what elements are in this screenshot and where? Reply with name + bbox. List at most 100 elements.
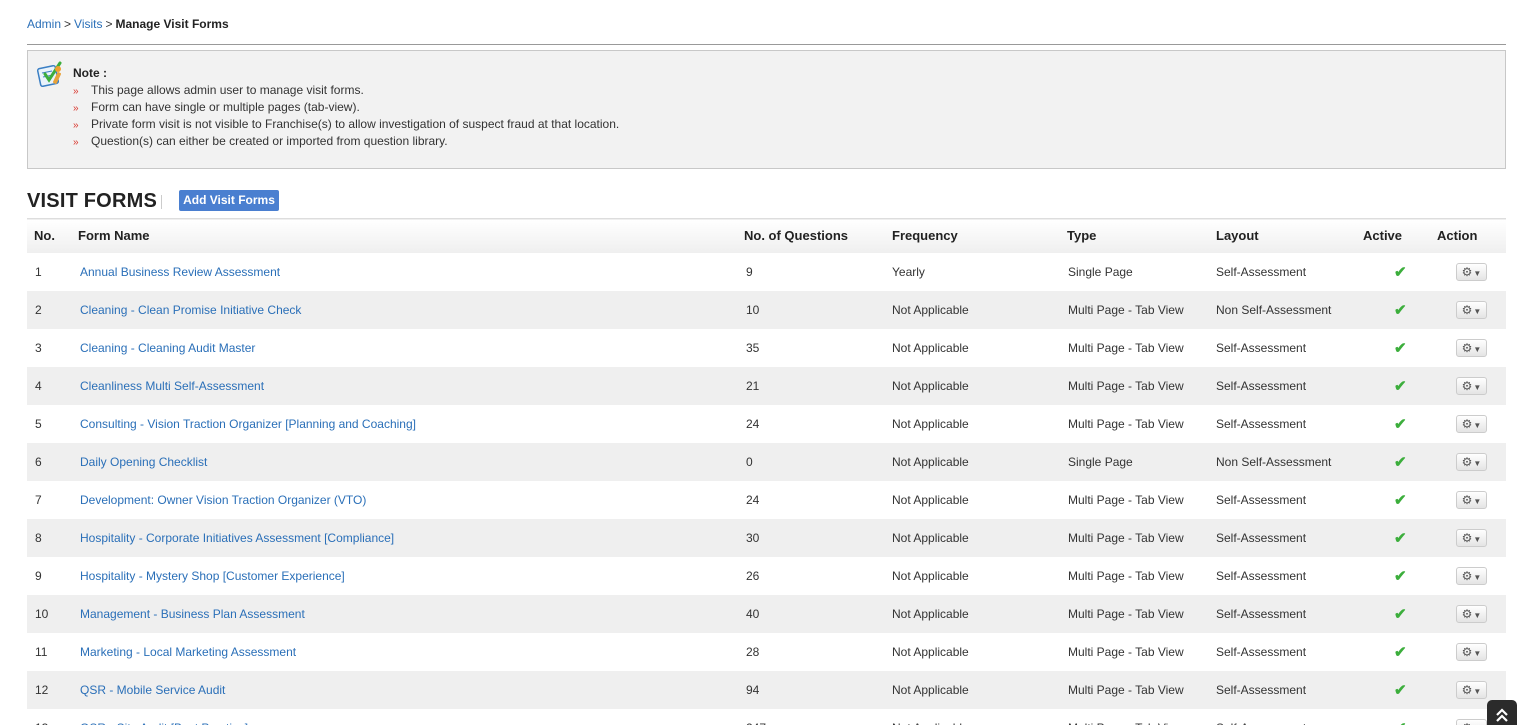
note-item: » This page allows admin user to manage v…	[73, 82, 619, 99]
question-count: 40	[746, 606, 760, 621]
form-name-link[interactable]: Development: Owner Vision Traction Organ…	[80, 493, 366, 507]
action-menu-button[interactable]: ⚙▼	[1456, 262, 1487, 281]
form-name-link[interactable]: Daily Opening Checklist	[80, 455, 207, 469]
form-name-link[interactable]: Marketing - Local Marketing Assessment	[80, 645, 296, 659]
form-name-link[interactable]: Cleaning - Cleaning Audit Master	[80, 341, 255, 355]
check-icon: ✔	[1394, 605, 1407, 623]
breadcrumb-separator: >	[105, 17, 113, 31]
row-number: 3	[35, 340, 42, 355]
bullet-icon: »	[73, 137, 79, 148]
active-cell: ✔	[1363, 329, 1437, 367]
action-menu-button[interactable]: ⚙▼	[1456, 414, 1487, 433]
header-no[interactable]: No.	[27, 219, 78, 253]
form-name-cell: Management - Business Plan Assessment	[78, 595, 742, 633]
row-number: 6	[35, 454, 42, 469]
form-name-cell: Cleaning - Clean Promise Initiative Chec…	[78, 291, 742, 329]
breadcrumb-visits-link[interactable]: Visits	[74, 17, 102, 31]
check-icon: ✔	[1394, 453, 1407, 471]
breadcrumb-admin-link[interactable]: Admin	[27, 17, 61, 31]
bullet-icon: »	[73, 103, 79, 114]
header-active[interactable]: Active	[1363, 219, 1437, 253]
form-name-cell: Cleaning - Cleaning Audit Master	[78, 329, 742, 367]
gear-icon: ⚙	[1461, 606, 1473, 621]
add-visit-forms-button[interactable]: Add Visit Forms	[179, 190, 279, 211]
caret-down-icon: ▼	[1473, 534, 1482, 544]
form-type: Single Page	[1068, 454, 1133, 469]
frequency: Not Applicable	[892, 568, 969, 583]
form-name-link[interactable]: Consulting - Vision Traction Organizer […	[80, 417, 416, 431]
action-menu-button[interactable]: ⚙▼	[1456, 604, 1487, 623]
frequency: Not Applicable	[892, 682, 969, 697]
header-frequency[interactable]: Frequency	[890, 219, 1067, 253]
form-name-link[interactable]: Management - Business Plan Assessment	[80, 607, 305, 621]
table-row: 4 Cleanliness Multi Self-Assessment 21 Not …	[27, 366, 1506, 405]
title-divider	[161, 195, 162, 209]
gear-icon: ⚙	[1461, 492, 1473, 507]
gear-icon: ⚙	[1461, 264, 1473, 279]
question-count: 21	[746, 378, 760, 393]
header-form-name[interactable]: Form Name	[78, 219, 742, 253]
active-cell: ✔	[1363, 633, 1437, 671]
caret-down-icon: ▼	[1473, 572, 1482, 582]
form-type: Multi Page - Tab View	[1068, 302, 1184, 317]
bullet-icon: »	[73, 86, 79, 97]
caret-down-icon: ▼	[1473, 496, 1482, 506]
header-layout[interactable]: Layout	[1215, 219, 1363, 253]
form-name-link[interactable]: Hospitality - Mystery Shop [Customer Exp…	[80, 569, 345, 583]
action-menu-button[interactable]: ⚙▼	[1456, 566, 1487, 585]
active-cell: ✔	[1363, 367, 1437, 405]
question-count: 30	[746, 530, 760, 545]
form-name-cell: QSR - Mobile Service Audit	[78, 671, 742, 709]
form-name-link[interactable]: Cleaning - Clean Promise Initiative Chec…	[80, 303, 301, 317]
form-type: Multi Page - Tab View	[1068, 530, 1184, 545]
check-icon: ✔	[1394, 567, 1407, 585]
form-type: Multi Page - Tab View	[1067, 709, 1215, 725]
form-type: Multi Page - Tab View	[1068, 568, 1184, 583]
header-questions[interactable]: No. of Questions	[742, 219, 890, 253]
table-row: 6 Daily Opening Checklist 0 Not Applicable S…	[27, 442, 1506, 481]
form-name-cell: QSR - Site Audit [Best Practice]	[78, 709, 742, 725]
action-cell: ⚙▼	[1437, 557, 1506, 595]
action-menu-button[interactable]: ⚙▼	[1456, 338, 1487, 357]
action-menu-button[interactable]: ⚙▼	[1456, 452, 1487, 471]
frequency: Not Applicable	[892, 378, 969, 393]
scroll-to-top-button[interactable]	[1487, 700, 1517, 725]
table-row: 8 Hospitality - Corporate Initiatives Ass…	[27, 518, 1506, 557]
frequency: Not Applicable	[892, 606, 969, 621]
frequency: Not Applicable	[892, 530, 969, 545]
breadcrumb-separator: >	[64, 17, 72, 31]
header-divider	[27, 44, 1506, 45]
question-count: 26	[746, 568, 760, 583]
form-layout: Self-Assessment	[1216, 644, 1307, 659]
action-cell: ⚙▼	[1437, 481, 1506, 519]
form-type: Multi Page - Tab View	[1068, 492, 1184, 507]
form-name-link[interactable]: Cleanliness Multi Self-Assessment	[80, 379, 264, 393]
table-row: 5 Consulting - Vision Traction Organizer …	[27, 405, 1506, 443]
caret-down-icon: ▼	[1473, 420, 1482, 430]
action-menu-button[interactable]: ⚙▼	[1456, 642, 1487, 661]
form-name-link[interactable]: Annual Business Review Assessment	[80, 265, 280, 279]
frequency: Not Applicable	[890, 709, 1067, 725]
action-cell: ⚙▼	[1437, 595, 1506, 633]
caret-down-icon: ▼	[1473, 686, 1482, 696]
action-cell: ⚙▼	[1437, 519, 1506, 557]
breadcrumb: Admin > Visits > Manage Visit Forms	[27, 17, 229, 31]
form-name-cell: Hospitality - Corporate Initiatives Asse…	[78, 519, 742, 557]
action-menu-button[interactable]: ⚙▼	[1456, 376, 1487, 395]
action-menu-button[interactable]: ⚙▼	[1456, 680, 1487, 699]
form-name-link[interactable]: Hospitality - Corporate Initiatives Asse…	[80, 531, 394, 545]
form-type: Multi Page - Tab View	[1068, 606, 1184, 621]
action-menu-button[interactable]: ⚙▼	[1456, 490, 1487, 509]
table-row: 1 Annual Business Review Assessment 9 Yearl…	[27, 253, 1506, 291]
header-type[interactable]: Type	[1067, 219, 1215, 253]
action-menu-button[interactable]: ⚙▼	[1456, 300, 1487, 319]
form-name-link[interactable]: QSR - Mobile Service Audit	[80, 683, 225, 697]
table-header-row: No. Form Name No. of Questions Frequency…	[27, 218, 1506, 253]
gear-icon: ⚙	[1461, 454, 1473, 469]
action-menu-button[interactable]: ⚙▼	[1456, 528, 1487, 547]
form-name-link[interactable]: QSR - Site Audit [Best Practice]	[80, 721, 248, 725]
visit-forms-table: No. Form Name No. of Questions Frequency…	[27, 218, 1506, 725]
question-count: 0	[746, 454, 753, 469]
action-menu-button[interactable]: ⚙▼	[1456, 718, 1487, 725]
row-number: 12	[35, 682, 49, 697]
